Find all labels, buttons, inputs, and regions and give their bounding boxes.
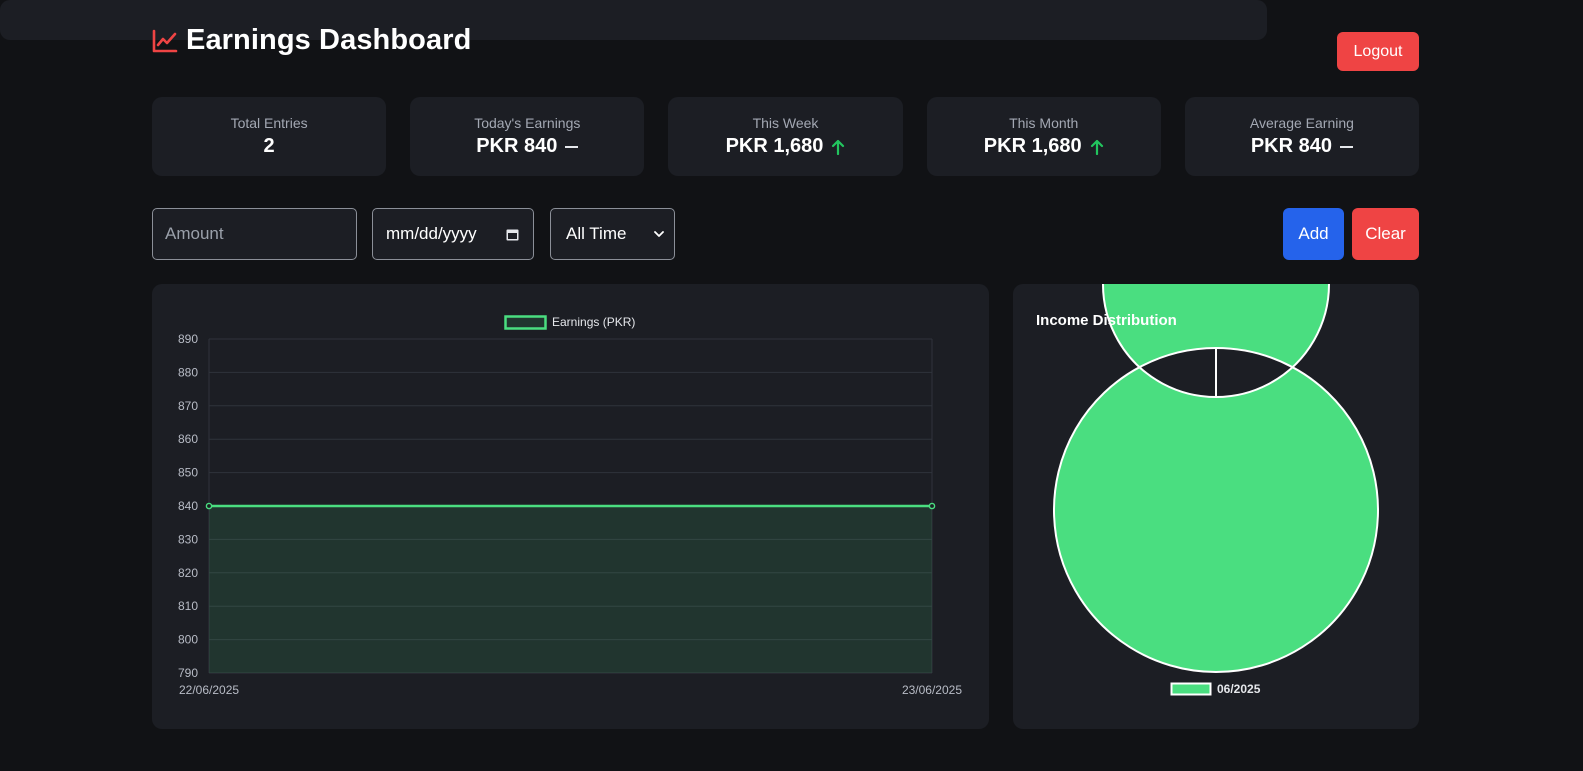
stat-label: Average Earning bbox=[1249, 115, 1354, 131]
stat-label: This Week bbox=[752, 115, 819, 131]
stat-value: PKR 1,680 bbox=[983, 135, 1082, 157]
amount-input[interactable]: Amount bbox=[152, 208, 357, 260]
income-distribution-panel: Income Distribution 06/2025 bbox=[1013, 170, 1419, 729]
stat-label: This Month bbox=[1009, 115, 1079, 131]
y-tick-label: 860 bbox=[178, 432, 198, 446]
clear-button[interactable]: Clear bbox=[1352, 208, 1419, 260]
date-placeholder: mm/dd/yyyy bbox=[386, 224, 477, 243]
stat-card-average-earning: Average Earning PKR 840 bbox=[1184, 97, 1420, 176]
trend-flat-icon bbox=[1339, 145, 1353, 148]
date-input[interactable]: mm/dd/yyyy bbox=[372, 208, 534, 260]
y-tick-label: 810 bbox=[178, 599, 198, 613]
legend-label: 06/2025 bbox=[1217, 682, 1261, 696]
chart-line-icon bbox=[152, 29, 178, 52]
trend-up-icon bbox=[832, 139, 845, 155]
y-tick-label: 870 bbox=[178, 399, 198, 413]
y-tick-label: 800 bbox=[178, 633, 198, 647]
stat-label: Today's Earnings bbox=[474, 115, 581, 131]
y-tick-label: 830 bbox=[178, 532, 198, 546]
add-button[interactable]: Add bbox=[1283, 208, 1344, 260]
earnings-line-chart-panel: 790 800 810 820 830 840 850 860 870 880 890 22/06/2… bbox=[152, 284, 989, 729]
stat-label: Total Entries bbox=[230, 115, 308, 131]
y-tick-label: 890 bbox=[178, 332, 198, 346]
data-point bbox=[205, 502, 213, 510]
trend-up-icon bbox=[1090, 139, 1103, 155]
page-title: Earnings Dashboard bbox=[186, 24, 472, 56]
stat-value: PKR 840 bbox=[1250, 135, 1332, 157]
stats-row: Total Entries 2 Today's Earnings PKR 840… bbox=[152, 97, 1420, 176]
stat-card-this-month: This Month PKR 1,680 bbox=[926, 97, 1161, 176]
page-header: Earnings Dashboard bbox=[152, 24, 471, 57]
income-distribution-chart: 06/2025 bbox=[1052, 170, 1379, 696]
legend-label: Earnings (PKR) bbox=[552, 315, 635, 329]
x-tick-label: 22/06/2025 bbox=[179, 683, 239, 697]
y-tick-label: 820 bbox=[178, 566, 198, 580]
legend-swatch bbox=[504, 315, 547, 330]
stat-card-todays-earnings: Today's Earnings PKR 840 bbox=[410, 97, 645, 176]
donut-slice bbox=[1052, 170, 1379, 673]
earnings-dashboard: Earnings Dashboard Logout Total Entries … bbox=[0, 0, 1583, 771]
legend-swatch bbox=[1170, 682, 1212, 696]
stat-value: 2 bbox=[263, 135, 275, 157]
period-select-value: All Time bbox=[566, 224, 627, 243]
trend-flat-icon bbox=[565, 145, 579, 148]
earnings-line-chart: 790 800 810 820 830 840 850 860 870 880 890 22/06/2… bbox=[178, 315, 962, 697]
y-tick-label: 850 bbox=[178, 466, 198, 480]
stat-card-total-entries: Total Entries 2 bbox=[152, 97, 387, 176]
y-tick-label: 790 bbox=[178, 666, 198, 680]
stat-card-this-week: This Week PKR 1,680 bbox=[668, 97, 903, 176]
data-point bbox=[928, 502, 936, 510]
period-select[interactable]: All Time bbox=[550, 208, 675, 260]
x-tick-label: 23/06/2025 bbox=[902, 683, 962, 697]
stat-value: PKR 840 bbox=[476, 135, 558, 157]
y-tick-label: 880 bbox=[178, 365, 198, 379]
income-distribution-title: Income Distribution bbox=[1036, 312, 1177, 329]
series-area bbox=[209, 506, 932, 673]
amount-placeholder: Amount bbox=[165, 224, 224, 243]
y-tick-label: 840 bbox=[178, 499, 198, 513]
chevron-down-icon bbox=[654, 231, 664, 237]
calendar-icon[interactable] bbox=[506, 228, 519, 241]
logout-button[interactable]: Logout bbox=[1337, 32, 1419, 71]
stat-value: PKR 1,680 bbox=[725, 135, 824, 157]
